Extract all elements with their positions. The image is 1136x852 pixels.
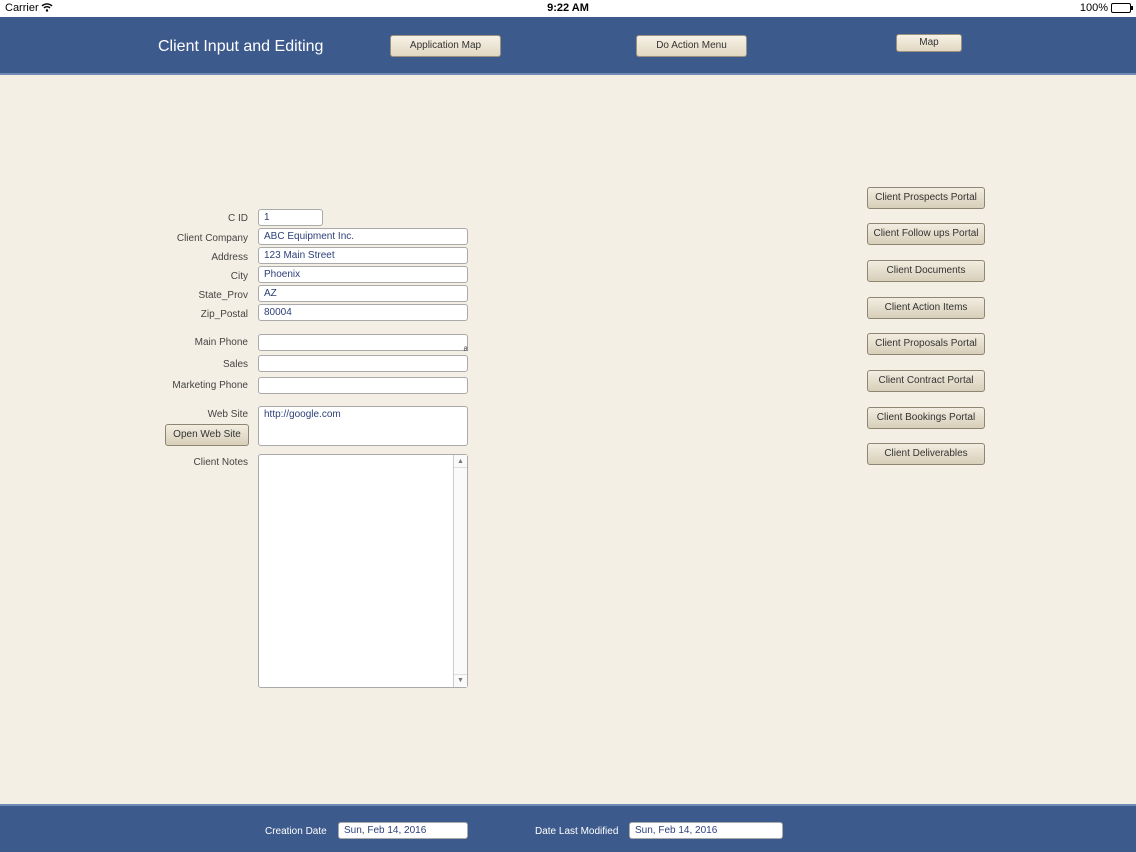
notes-scrollbar[interactable]: ▲ ▼ — [453, 455, 467, 687]
city-field[interactable]: Phoenix — [258, 266, 468, 283]
battery-percent: 100% — [1079, 2, 1108, 14]
zip-postal-field[interactable]: 80004 — [258, 304, 468, 321]
scroll-down-icon[interactable]: ▼ — [454, 674, 467, 686]
cid-label: C ID — [228, 213, 248, 224]
marketing-phone-label: Marketing Phone — [172, 380, 248, 391]
creation-date-field[interactable]: Sun, Feb 14, 2016 — [338, 822, 468, 839]
main-phone-marker: a — [463, 344, 468, 353]
sales-label: Sales — [222, 359, 248, 370]
do-action-menu-button[interactable]: Do Action Menu — [636, 35, 747, 57]
client-company-label: Client Company — [176, 233, 248, 244]
client-notes-label: Client Notes — [193, 457, 248, 468]
state-prov-field[interactable]: AZ — [258, 285, 468, 302]
cid-field[interactable]: 1 — [258, 209, 323, 226]
client-contract-portal-button[interactable]: Client Contract Portal — [867, 370, 985, 392]
client-deliverables-button[interactable]: Client Deliverables — [867, 443, 985, 465]
creation-date-label: Creation Date — [265, 826, 327, 837]
zip-postal-label: Zip_Postal — [200, 309, 248, 320]
status-time: 9:22 AM — [547, 2, 589, 14]
header-bar: Client Input and Editing Application Map… — [0, 17, 1136, 75]
open-web-site-button[interactable]: Open Web Site — [165, 424, 249, 446]
web-site-field[interactable]: http://google.com — [258, 406, 468, 446]
sales-field[interactable] — [258, 355, 468, 372]
marketing-phone-field[interactable] — [258, 377, 468, 394]
battery-icon — [1111, 3, 1133, 13]
client-proposals-portal-button[interactable]: Client Proposals Portal — [867, 333, 985, 355]
date-last-modified-label: Date Last Modified — [535, 826, 619, 837]
web-site-label: Web Site — [207, 409, 248, 420]
client-bookings-portal-button[interactable]: Client Bookings Portal — [867, 407, 985, 429]
client-prospects-portal-button[interactable]: Client Prospects Portal — [867, 187, 985, 209]
page-title: Client Input and Editing — [158, 38, 324, 55]
city-label: City — [230, 271, 248, 282]
client-documents-button[interactable]: Client Documents — [867, 260, 985, 282]
client-company-field[interactable]: ABC Equipment Inc. — [258, 228, 468, 245]
application-map-button[interactable]: Application Map — [390, 35, 501, 57]
address-field[interactable]: 123 Main Street — [258, 247, 468, 264]
main-phone-field[interactable]: a — [258, 334, 468, 353]
map-button[interactable]: Map — [896, 34, 962, 52]
main-phone-label: Main Phone — [194, 337, 248, 348]
footer-bar: Creation Date Sun, Feb 14, 2016 Date Las… — [0, 804, 1136, 852]
status-bar: Carrier 9:22 AM 100% — [0, 0, 1136, 17]
client-action-items-button[interactable]: Client Action Items — [867, 297, 985, 319]
state-prov-label: State_Prov — [198, 290, 248, 301]
address-label: Address — [211, 252, 248, 263]
date-last-modified-field[interactable]: Sun, Feb 14, 2016 — [629, 822, 783, 839]
scroll-up-icon[interactable]: ▲ — [454, 456, 467, 468]
client-follow-ups-portal-button[interactable]: Client Follow ups Portal — [867, 223, 985, 245]
client-notes-field[interactable]: ▲ ▼ — [258, 454, 468, 688]
